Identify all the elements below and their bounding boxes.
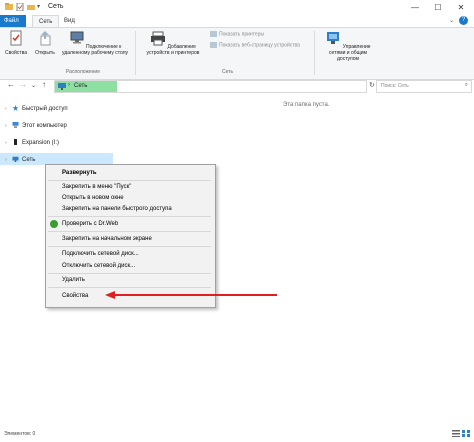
menu-item-properties[interactable]: Свойства [62,291,88,301]
minimize-button[interactable]: — [404,0,426,15]
group-network-label: Сеть [222,69,234,75]
printers-small-icon [210,31,217,37]
close-button[interactable]: ✕ [450,0,472,15]
menu-item-check-drweb[interactable]: Проверить с Dr.Web [62,219,118,229]
menu-separator [48,231,211,232]
network-center-icon [327,32,340,44]
ribbon-separator [135,31,136,75]
open-button[interactable]: Открыть [32,30,58,56]
printer-icon [151,31,166,46]
drive-icon [14,139,17,146]
ribbon: Свойства Открыть Подключение к удаленном… [0,27,474,80]
show-web-page-label: Показать веб-страницу устройства [219,42,300,49]
empty-folder-text: Эта папка пуста. [283,102,330,108]
web-page-small-icon [210,42,217,48]
red-arrow-annotation [105,291,277,299]
show-printers-label: Показать принтеры [219,31,265,38]
nav-item-label: Expansion (I:) [22,140,60,146]
up-button[interactable]: ↑ [42,80,46,89]
folder-icon [5,3,13,10]
properties-icon [10,30,22,46]
new-folder-quick-icon[interactable] [27,3,35,11]
menu-item-pin-start-menu[interactable]: Закрепить в меню "Пуск" [62,182,131,192]
menu-item-open-new-window[interactable]: Открыть в новом окне [62,193,124,203]
address-bar-row: ← → ⌄ ↑ › Сеть ↻ Поиск: Сеть ⌕ [0,79,474,93]
context-menu: Развернуть Закрепить в меню "Пуск" Откры… [45,164,216,308]
search-input[interactable]: Поиск: Сеть ⌕ [376,80,472,93]
large-icons-view-icon[interactable] [462,430,470,437]
menu-item-delete[interactable]: Удалить [62,275,85,285]
network-center-label: Управление сетями и общим доступом [329,44,371,62]
menu-item-expand[interactable]: Развернуть [62,168,97,178]
back-button[interactable]: ← [7,80,15,89]
add-devices-button[interactable]: Добавление устройств и принтеров [139,30,207,56]
menu-item-map-drive[interactable]: Подключить сетевой диск... [62,249,139,259]
star-icon [12,105,19,112]
nav-item-network[interactable]: › Сеть [5,155,35,165]
tab-file[interactable]: Файл [0,15,26,27]
expand-arrow-icon[interactable]: › [5,104,12,114]
search-placeholder: Поиск: Сеть [381,83,409,89]
network-icon [12,157,19,163]
window-title: Сеть [48,3,64,10]
recent-locations-button[interactable]: ⌄ [31,82,36,89]
nav-item-this-pc[interactable]: › Этот компьютер [5,121,67,131]
breadcrumb-arrow-icon: › [68,82,70,88]
network-icon [58,83,66,90]
nav-item-expansion-drive[interactable]: › Expansion (I:) [5,138,59,148]
details-view-icon[interactable] [452,430,461,437]
ribbon-separator [314,31,315,75]
menu-separator [48,246,211,247]
view-toggle [452,430,470,439]
nav-item-quick-access[interactable]: › Быстрый доступ [5,104,68,114]
menu-separator [48,287,211,288]
properties-button[interactable]: Свойства [3,30,29,56]
group-location-label: Расположение [66,69,100,75]
menu-separator [48,216,211,217]
address-path: Сеть [74,83,88,89]
nav-item-label: Сеть [22,157,36,163]
expand-arrow-icon[interactable]: › [5,138,12,148]
menu-item-pin-start-screen[interactable]: Закрепить на начальном экране [62,234,152,244]
show-printers-button[interactable]: Показать принтеры [210,31,264,37]
drweb-icon [50,220,58,228]
properties-label: Свойства [5,50,27,56]
quick-access-dropdown-icon[interactable]: ▾ [37,3,45,11]
expand-arrow-icon[interactable]: › [5,155,12,165]
computer-icon [12,122,19,129]
nav-item-label: Быстрый доступ [22,106,68,112]
nav-item-label: Этот компьютер [22,123,67,129]
menu-separator [48,273,211,274]
status-item-count: Элементов: 0 [4,431,36,437]
properties-quick-icon[interactable] [16,3,24,11]
expand-arrow-icon[interactable]: › [5,121,12,131]
remote-desktop-icon [70,31,84,44]
help-icon[interactable]: ? [459,16,468,25]
refresh-button[interactable]: ↻ [369,81,375,89]
address-bar[interactable]: › Сеть [54,80,367,93]
maximize-button[interactable]: ☐ [427,0,449,15]
search-icon: ⌕ [464,82,468,88]
menu-separator [48,180,211,181]
show-web-page-button[interactable]: Показать веб-страницу устройства [210,42,300,48]
open-icon [40,31,51,46]
menu-item-disconnect-drive[interactable]: Отключить сетевой диск... [62,261,135,271]
forward-button[interactable]: → [19,80,27,89]
tab-view[interactable]: Вид [58,15,81,27]
remote-desktop-button[interactable]: Подключение к удаленному рабочему столу [59,30,131,56]
network-center-button[interactable]: Управление сетями и общим доступом [318,30,378,62]
ribbon-tabs: Файл Сеть Вид ⌄ ? [0,15,474,28]
menu-item-pin-quick-access[interactable]: Закрепить на панели быстрого доступа [62,204,172,214]
open-label: Открыть [35,50,55,56]
title-bar: ▾ Сеть — ☐ ✕ [0,0,474,16]
collapse-ribbon-icon[interactable]: ⌄ [449,17,454,24]
